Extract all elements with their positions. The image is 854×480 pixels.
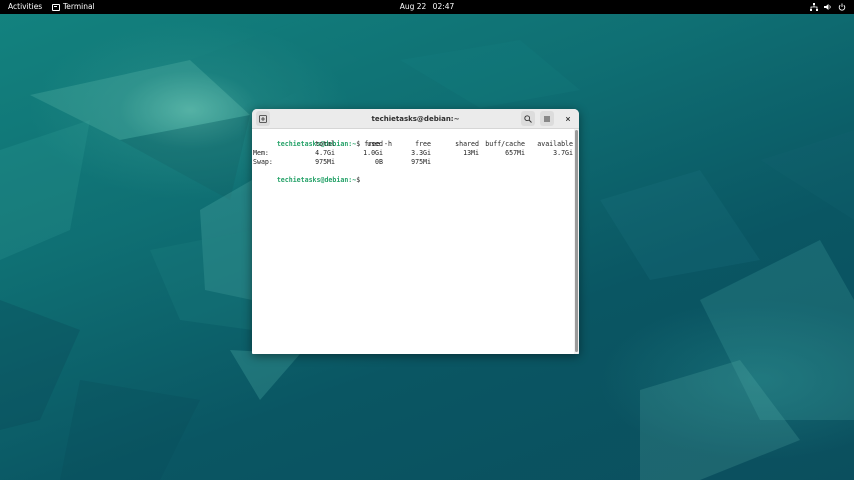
new-tab-button[interactable] bbox=[256, 111, 270, 126]
command-line: techietasks@debian:~$ free -h bbox=[253, 131, 392, 148]
scrollbar-thumb[interactable] bbox=[575, 130, 578, 352]
clock-time: 02:47 bbox=[432, 2, 455, 11]
header-total: total bbox=[315, 140, 335, 148]
prompt-user: techietasks@debian bbox=[276, 176, 349, 184]
prompt-symbol: $ bbox=[356, 176, 361, 184]
table-row-mem: Mem: 4.7Gi 1.0Gi 3.3Gi 13Mi 657Mi 3.7Gi bbox=[253, 149, 575, 158]
network-icon bbox=[810, 3, 818, 11]
header-free: free bbox=[415, 140, 431, 148]
window-headerbar[interactable]: techietasks@debian:~ bbox=[252, 109, 579, 129]
mem-total: 4.7Gi bbox=[315, 149, 335, 157]
window-title: techietasks@debian:~ bbox=[371, 115, 460, 123]
menu-icon bbox=[544, 116, 550, 121]
top-bar: Activities Terminal Aug 22 02:47 bbox=[0, 0, 854, 14]
prompt-line: techietasks@debian:~$ bbox=[253, 167, 360, 184]
table-row-swap: Swap: 975Mi 0B 975Mi bbox=[253, 158, 575, 167]
row-label: Mem: bbox=[253, 149, 269, 157]
power-icon bbox=[838, 3, 846, 11]
terminal-window[interactable]: techietasks@debian:~ techietasks@debian:… bbox=[252, 109, 579, 354]
close-icon bbox=[565, 116, 571, 121]
swap-total: 975Mi bbox=[315, 158, 335, 166]
mem-shared: 13Mi bbox=[463, 149, 479, 157]
row-label: Swap: bbox=[253, 158, 273, 166]
clock-date: Aug 22 bbox=[399, 2, 427, 11]
new-tab-icon bbox=[259, 114, 267, 123]
mem-free: 3.3Gi bbox=[411, 149, 431, 157]
search-button[interactable] bbox=[521, 111, 535, 126]
swap-free: 975Mi bbox=[411, 158, 431, 166]
header-used: used bbox=[367, 140, 383, 148]
volume-icon bbox=[824, 4, 831, 10]
clock[interactable]: Aug 22 02:47 bbox=[0, 0, 854, 14]
table-header-row: total used free shared buff/cache availa… bbox=[253, 140, 575, 149]
close-button[interactable] bbox=[561, 111, 575, 126]
header-shared: shared bbox=[455, 140, 479, 148]
system-tray[interactable] bbox=[810, 0, 846, 14]
mem-buff-cache: 657Mi bbox=[505, 149, 525, 157]
mem-used: 1.0Gi bbox=[363, 149, 383, 157]
menu-button[interactable] bbox=[540, 111, 554, 126]
scrollbar[interactable] bbox=[574, 129, 579, 354]
swap-used: 0B bbox=[375, 158, 383, 166]
header-buff-cache: buff/cache bbox=[485, 140, 525, 148]
mem-available: 3.7Gi bbox=[553, 149, 573, 157]
terminal-content[interactable]: techietasks@debian:~$ free -h total used… bbox=[252, 129, 574, 354]
header-available: available bbox=[537, 140, 573, 148]
search-icon bbox=[524, 114, 532, 123]
